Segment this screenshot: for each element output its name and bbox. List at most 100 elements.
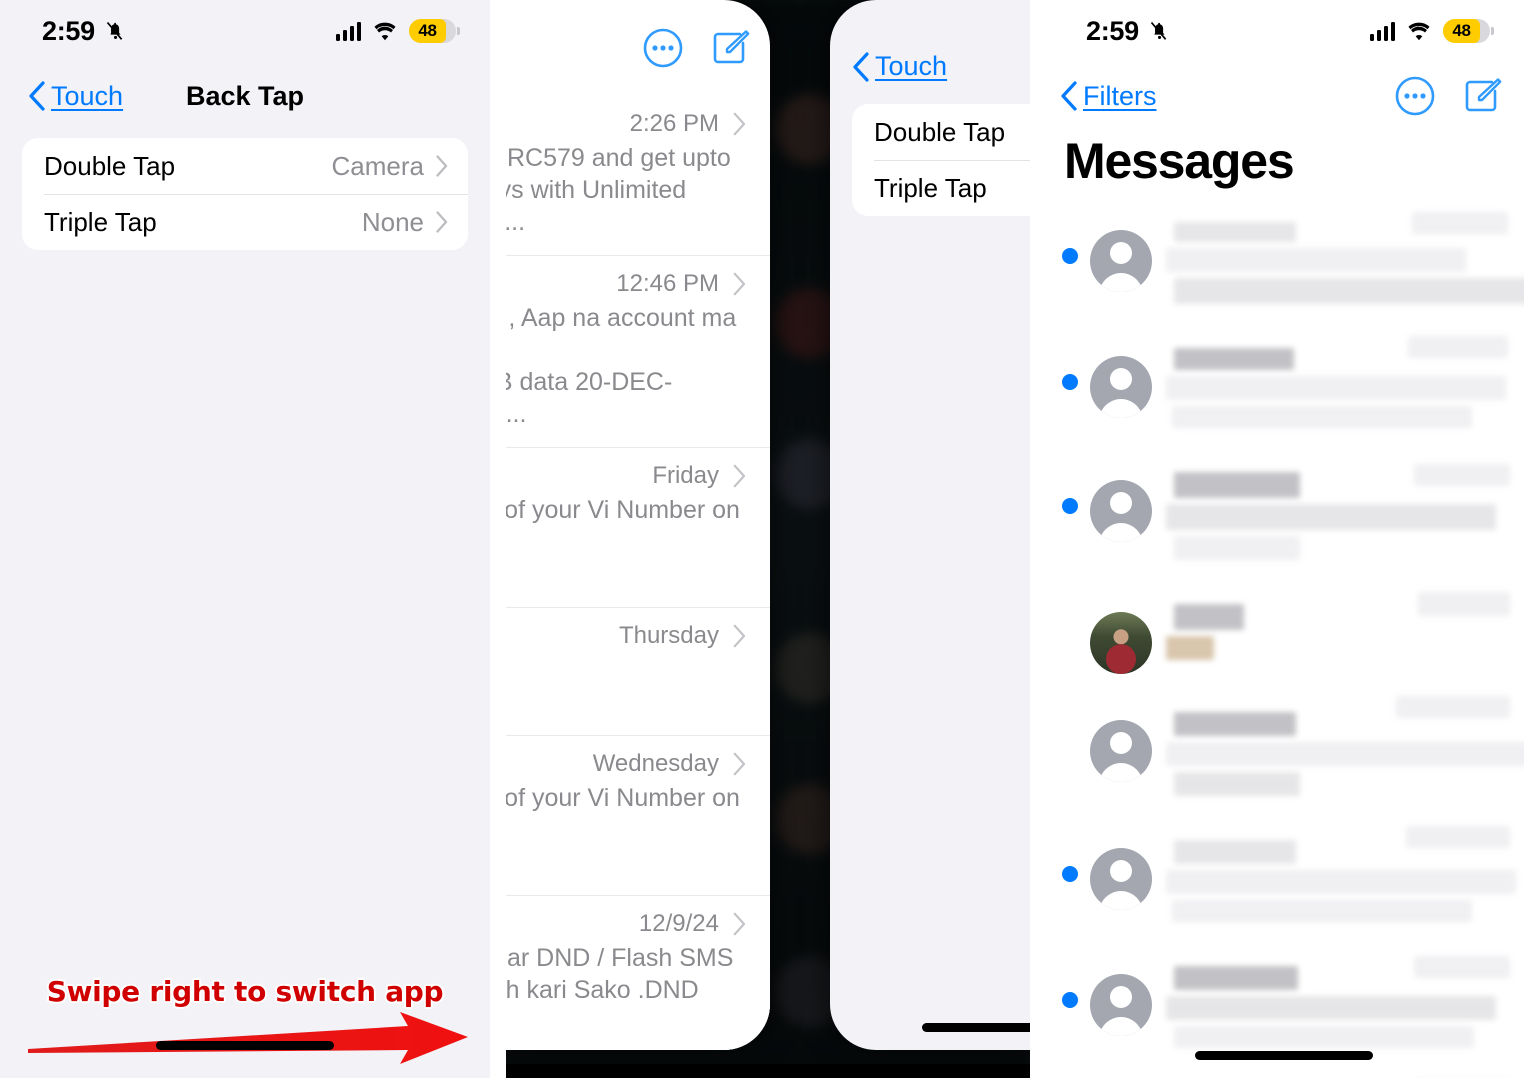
nav-bar: Filters bbox=[1044, 62, 1524, 130]
screenshot-stage: 2:59 48 Touch Back Tap Double Tap Camera… bbox=[0, 0, 1524, 1078]
message-row[interactable]: 12/9/24 per par DND / Flash SMS bandh ka… bbox=[506, 896, 770, 1050]
message-row-header: 2:26 PM bbox=[506, 110, 746, 138]
messages-conversation-list: 2:26 PM F on RC579 and get upto 6 days w… bbox=[506, 96, 770, 1050]
setting-row-triple-tap[interactable]: Triple Tap None bbox=[22, 194, 468, 250]
message-row-header: 12/9/24 bbox=[506, 910, 746, 938]
unread-dot bbox=[1062, 738, 1078, 754]
person-placeholder-icon bbox=[1090, 974, 1152, 1036]
message-preview: F on RC579 and get upto 6 days with Unli… bbox=[506, 144, 731, 236]
home-indicator bbox=[922, 1023, 1030, 1032]
list-item[interactable] bbox=[1044, 322, 1524, 446]
panel-back-tap-settings: 2:59 48 Touch Back Tap Double Tap Camera… bbox=[0, 0, 490, 1078]
chevron-right-icon bbox=[733, 912, 746, 936]
list-item[interactable] bbox=[1044, 940, 1524, 1066]
message-row[interactable]: 12:46 PM REE!, Aap na account ma Vi j 1G… bbox=[506, 256, 770, 448]
redacted-preview bbox=[1152, 458, 1514, 566]
settings-section: Double Tap Camera Triple Tap None bbox=[0, 130, 490, 250]
message-time: Wednesday bbox=[592, 750, 719, 777]
switcher-bottom-bar bbox=[506, 1064, 1030, 1078]
messages-app-card[interactable]: 2:26 PM F on RC579 and get upto 6 days w… bbox=[506, 0, 770, 1050]
message-row[interactable]: Thursday bbox=[506, 608, 770, 736]
settings-section: Double Tap Triple Tap bbox=[830, 96, 1030, 216]
panel-messages-app: 2:59 48 Filters Messages bbox=[1044, 0, 1524, 1078]
message-row[interactable]: Friday erks of your Vi Number on a . bbox=[506, 448, 770, 608]
message-preview: per par DND / Flash SMS bandh kari Sako … bbox=[506, 944, 734, 1004]
panel-divider bbox=[490, 0, 506, 1078]
message-meta: 2:26 PM bbox=[630, 110, 746, 138]
chevron-right-icon bbox=[733, 752, 746, 776]
filters-button[interactable]: Filters bbox=[1060, 81, 1157, 112]
status-bar: 2:59 48 bbox=[0, 0, 490, 62]
chevron-left-icon bbox=[1061, 81, 1077, 111]
battery-nub bbox=[1490, 27, 1494, 35]
message-row-header: Wednesday bbox=[506, 750, 746, 778]
person-placeholder-icon bbox=[1090, 356, 1152, 418]
setting-label: Triple Tap bbox=[874, 172, 987, 203]
battery-indicator: 48 bbox=[409, 19, 460, 43]
back-button[interactable]: Touch bbox=[852, 51, 947, 82]
back-button[interactable]: Touch bbox=[28, 81, 123, 112]
redacted-preview bbox=[1152, 826, 1516, 928]
back-tap-options-group: Double Tap Camera Triple Tap None bbox=[22, 138, 468, 250]
person-placeholder-icon bbox=[1090, 480, 1152, 542]
chevron-left-icon bbox=[853, 51, 869, 82]
wifi-icon bbox=[374, 22, 396, 40]
unread-dot bbox=[1062, 248, 1078, 264]
message-row[interactable]: 2:26 PM F on RC579 and get upto 6 days w… bbox=[506, 96, 770, 256]
message-preview: REE!, Aap na account ma Vi j 1GB data 20… bbox=[506, 304, 737, 428]
cellular-bars-icon bbox=[1369, 21, 1395, 41]
list-item[interactable] bbox=[1044, 196, 1524, 322]
message-time: 2:26 PM bbox=[629, 110, 719, 137]
unread-dot bbox=[1062, 374, 1078, 390]
chevron-right-icon bbox=[733, 624, 746, 648]
battery-indicator: 48 bbox=[1443, 19, 1494, 43]
messages-toolbar-actions bbox=[642, 27, 752, 69]
messages-conversation-list: SI bbox=[1044, 196, 1524, 1078]
setting-row-triple-tap[interactable]: Triple Tap bbox=[852, 160, 1030, 216]
setting-value: None bbox=[361, 206, 424, 237]
message-meta: 12/9/24 bbox=[639, 910, 746, 938]
redacted-preview bbox=[1152, 952, 1514, 1054]
person-placeholder-icon bbox=[1090, 230, 1152, 292]
compose-square-icon[interactable] bbox=[1462, 75, 1504, 117]
settings-app-card[interactable]: Touch B Double Tap Triple Tap bbox=[830, 0, 1030, 1050]
message-meta: Thursday bbox=[619, 622, 746, 650]
setting-row-double-tap[interactable]: Double Tap Camera bbox=[22, 138, 468, 194]
messages-card-toolbar bbox=[506, 0, 770, 96]
message-time: 12/9/24 bbox=[638, 910, 719, 937]
status-time: 2:59 bbox=[42, 15, 95, 46]
panel-divider bbox=[1030, 0, 1044, 1078]
status-bar-left: 2:59 bbox=[1086, 16, 1171, 47]
list-item[interactable] bbox=[1044, 578, 1524, 686]
chevron-right-icon bbox=[436, 211, 448, 233]
wifi-icon bbox=[1408, 22, 1430, 40]
battery-nub bbox=[456, 27, 460, 35]
status-bar-left: 2:59 bbox=[42, 16, 127, 47]
list-item[interactable]: SI bbox=[1044, 1066, 1524, 1078]
compose-square-icon[interactable] bbox=[710, 27, 752, 69]
message-time: Thursday bbox=[618, 622, 719, 649]
panel-app-switcher: 2:26 PM F on RC579 and get upto 6 days w… bbox=[506, 0, 1030, 1078]
message-preview: erks of your Vi Number on a . bbox=[506, 784, 740, 812]
setting-row-double-tap[interactable]: Double Tap bbox=[852, 104, 1030, 160]
ellipsis-circle-icon[interactable] bbox=[642, 27, 684, 69]
setting-value: Camera bbox=[331, 150, 424, 181]
nav-bar: Touch Back Tap bbox=[0, 62, 490, 130]
list-item[interactable] bbox=[1044, 446, 1524, 578]
list-item[interactable] bbox=[1044, 814, 1524, 940]
page-title: Messages bbox=[1064, 133, 1295, 189]
status-bar-right: 48 bbox=[335, 19, 460, 43]
chevron-right-icon bbox=[436, 155, 448, 177]
unread-dot bbox=[1062, 866, 1078, 882]
message-time: Friday bbox=[652, 462, 719, 489]
status-time: 2:59 bbox=[1086, 15, 1139, 46]
list-item[interactable] bbox=[1044, 686, 1524, 814]
message-row[interactable]: Wednesday erks of your Vi Number on a . bbox=[506, 736, 770, 896]
message-row-header: Thursday bbox=[506, 622, 746, 650]
bell-slash-icon bbox=[1150, 21, 1167, 40]
back-button-label: Touch bbox=[51, 80, 124, 111]
message-preview: erks of your Vi Number on a . bbox=[506, 496, 740, 524]
ellipsis-circle-icon[interactable] bbox=[1394, 75, 1436, 117]
filters-button-label: Filters bbox=[1083, 80, 1157, 111]
person-placeholder-icon bbox=[1090, 720, 1152, 782]
